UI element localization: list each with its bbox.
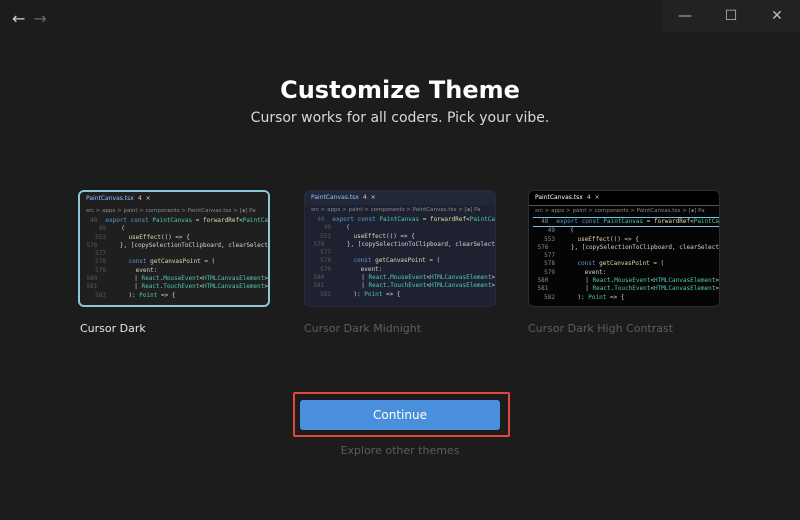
- minimize-icon[interactable]: —: [662, 0, 708, 32]
- code-line: 553 useEffect(() => {: [544, 235, 639, 243]
- tab-count-badge: 4: [586, 193, 591, 201]
- code-line: 579 event:: [320, 265, 383, 273]
- tab-close-icon: ×: [145, 194, 151, 202]
- continue-button[interactable]: Continue: [300, 400, 500, 430]
- code-line: 581 | React.TouchEvent<HTMLCanvasElement…: [313, 282, 495, 290]
- code-line: 577: [544, 252, 555, 260]
- code-line: 580 | React.MouseEvent<HTMLCanvasElement…: [313, 274, 495, 282]
- breadcrumb: src > apps > paint > components > PaintC…: [535, 208, 705, 215]
- forward-arrow-icon[interactable]: →: [33, 9, 46, 28]
- code-line: 581 | React.TouchEvent<HTMLCanvasElement…: [537, 285, 719, 293]
- code-line: 578 const getCanvasPoint = (: [95, 258, 216, 266]
- tab-filename: PaintCanvas.tsx: [86, 194, 134, 202]
- window-controls: — ☐ ✕: [662, 0, 800, 32]
- maximize-icon[interactable]: ☐: [708, 0, 754, 32]
- code-line: 582 ): Point => {: [320, 290, 401, 298]
- theme-label-cursor-dark-midnight[interactable]: Cursor Dark Midnight: [304, 322, 421, 335]
- nav-buttons: ← →: [12, 9, 47, 28]
- code-line: 576 }, [copySelectionToClipboard, clearS…: [537, 243, 719, 251]
- code-line: 48 export const PaintCanvas = forwardRef<…: [533, 217, 719, 228]
- code-preview: 48 export const PaintCanvas = forwardRef<…: [80, 217, 268, 300]
- code-line: 48 export const PaintCanvas = forwardRef<…: [317, 216, 495, 223]
- breadcrumb: src > apps > paint > components > PaintC…: [311, 207, 481, 214]
- code-line: 581 | React.TouchEvent<HTMLCanvasElement…: [86, 283, 268, 291]
- code-line: 582 ): Point => {: [95, 291, 176, 299]
- code-line: 553 useEffect(() => {: [320, 232, 415, 240]
- code-line: 49 (: [98, 225, 125, 233]
- code-line: 553 useEffect(() => {: [95, 233, 190, 241]
- theme-label-cursor-dark-high-contrast[interactable]: Cursor Dark High Contrast: [528, 322, 673, 335]
- theme-card-cursor-dark-midnight[interactable]: PaintCanvas.tsx 4 × src > apps > paint > co…: [304, 190, 496, 307]
- explore-themes-link[interactable]: Explore other themes: [0, 444, 800, 457]
- page-title: Customize Theme: [280, 76, 520, 104]
- code-line: 580 | React.MouseEvent<HTMLCanvasElement…: [537, 277, 719, 285]
- back-arrow-icon[interactable]: ←: [12, 9, 25, 28]
- editor-tab: PaintCanvas.tsx 4 ×: [80, 192, 268, 206]
- code-preview: 48 export const PaintCanvas = forwardRef<…: [305, 216, 495, 299]
- code-line: 577: [95, 250, 106, 258]
- tab-filename: PaintCanvas.tsx: [535, 193, 583, 201]
- editor-tab: PaintCanvas.tsx 4 ×: [529, 191, 719, 206]
- code-preview: 48 export const PaintCanvas = forwardRef<…: [529, 217, 719, 302]
- code-line: 578 const getCanvasPoint = (: [544, 260, 665, 268]
- code-line: 579 event:: [544, 268, 607, 276]
- tab-count-badge: 4: [362, 193, 367, 201]
- tab-close-icon: ×: [370, 193, 376, 201]
- theme-label-cursor-dark[interactable]: Cursor Dark: [80, 322, 146, 335]
- code-line: 579 event:: [95, 266, 158, 274]
- code-line: 577: [320, 249, 331, 257]
- page-subtitle: Cursor works for all coders. Pick your v…: [250, 110, 550, 126]
- tab-filename: PaintCanvas.tsx: [311, 193, 359, 201]
- code-line: 580 | React.MouseEvent<HTMLCanvasElement…: [86, 275, 268, 283]
- code-line: 48 export const PaintCanvas = forwardRef<…: [90, 217, 268, 224]
- close-icon[interactable]: ✕: [754, 0, 800, 32]
- tab-count-badge: 4: [137, 194, 142, 202]
- tab-close-icon: ×: [594, 193, 600, 201]
- code-line: 576 }, [copySelectionToClipboard, clearS…: [86, 241, 268, 249]
- code-line: 49 (: [547, 227, 574, 235]
- code-line: 576 }, [copySelectionToClipboard, clearS…: [313, 240, 495, 248]
- theme-card-cursor-dark-high-contrast[interactable]: PaintCanvas.tsx 4 × src > apps > paint > co…: [528, 190, 720, 307]
- app-window: ← → — ☐ ✕ Customize Theme Cursor works f…: [0, 0, 800, 520]
- code-line: 582 ): Point => {: [544, 293, 625, 301]
- code-line: 578 const getCanvasPoint = (: [320, 257, 441, 265]
- code-line: 49 (: [323, 224, 350, 232]
- editor-tab: PaintCanvas.tsx 4 ×: [305, 191, 495, 205]
- theme-card-cursor-dark[interactable]: PaintCanvas.tsx 4 × src > apps > paint > co…: [78, 190, 270, 307]
- breadcrumb: src > apps > paint > components > PaintC…: [86, 208, 256, 215]
